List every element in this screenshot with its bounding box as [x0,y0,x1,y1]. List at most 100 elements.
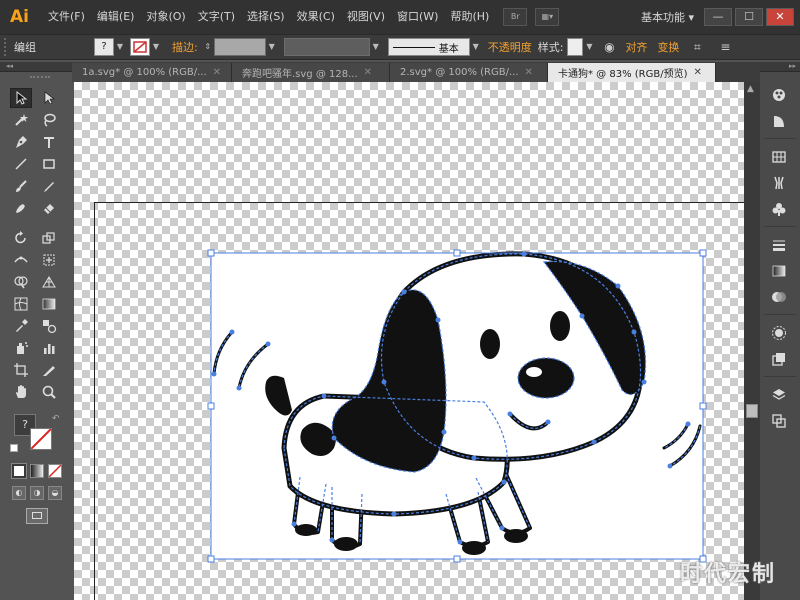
tab-running-svg[interactable]: 奔跑吧骚年.svg @ 128... ✕ [232,63,390,82]
stroke-weight-field[interactable] [213,38,266,56]
hand-tool-icon[interactable] [10,382,32,402]
rotate-tool-icon[interactable] [10,228,32,248]
graphic-style-swatch[interactable] [567,38,584,56]
brush-dropdown[interactable]: ▼ [470,38,482,56]
workspace-switcher[interactable]: 基本功能 ▾ [641,9,694,25]
fill-swatch[interactable]: ? [94,38,114,56]
graphic-styles-panel-icon[interactable] [768,350,790,368]
appearance-panel-icon[interactable] [768,324,790,342]
tab-2-svg[interactable]: 2.svg* @ 100% (RGB/... ✕ [390,63,548,82]
symbol-sprayer-tool-icon[interactable] [10,338,32,358]
minimize-button[interactable]: — [704,8,732,26]
rectangle-tool-icon[interactable] [38,154,60,174]
stroke-none-swatch[interactable] [30,428,52,450]
mesh-tool-icon[interactable] [10,294,32,314]
pencil-tool-icon[interactable] [38,176,60,196]
gradient-panel-icon[interactable] [768,262,790,280]
paintbrush-tool-icon[interactable] [10,176,32,196]
color-mode-icon[interactable] [11,463,27,479]
brush-definition[interactable]: 基本 [387,38,470,56]
eraser-tool-icon[interactable] [38,198,60,218]
default-fill-stroke-icon[interactable] [10,444,18,452]
zoom-tool-icon[interactable] [38,382,60,402]
stroke-dropdown-arrow[interactable]: ▼ [150,38,162,56]
stroke-panel-icon[interactable] [768,236,790,254]
none-mode-icon[interactable] [48,464,62,478]
arrange-documents-button[interactable]: ▦▾ [535,8,560,26]
scroll-up-arrow[interactable]: ▲ [747,84,754,94]
menu-help[interactable]: 帮助(H) [444,0,495,34]
type-tool-icon[interactable] [38,132,60,152]
stroke-weight-stepper[interactable]: ⇕ [202,38,214,56]
menu-view[interactable]: 视图(V) [341,0,391,34]
menu-file[interactable]: 文件(F) [42,0,91,34]
gradient-mode-icon[interactable] [30,464,44,478]
bridge-button[interactable]: Br [503,8,528,26]
isolate-group-icon[interactable]: ⌗ [687,38,707,56]
layers-panel-icon[interactable] [768,386,790,404]
recolor-artwork-icon[interactable]: ◉ [599,38,619,56]
color-guide-icon[interactable] [768,112,790,130]
color-panel-icon[interactable] [768,86,790,104]
stroke-weight-dropdown[interactable]: ▼ [266,38,278,56]
tab-cartoon-dog[interactable]: 卡通狗* @ 83% (RGB/预览) ✕ [548,63,716,82]
vertical-scrollbar[interactable]: ▲ [744,82,760,600]
column-graph-tool-icon[interactable] [38,338,60,358]
perspective-grid-tool-icon[interactable] [38,272,60,292]
tools-grip[interactable] [30,76,50,80]
transform-label[interactable]: 变换 [657,39,679,55]
tab-1a-svg[interactable]: 1a.svg* @ 100% (RGB/... ✕ [72,63,232,82]
eyedropper-tool-icon[interactable] [10,316,32,336]
menu-window[interactable]: 窗口(W) [391,0,444,34]
free-transform-tool-icon[interactable] [38,250,60,270]
menu-edit[interactable]: 编辑(E) [91,0,141,34]
slice-tool-icon[interactable] [38,360,60,380]
lasso-tool-icon[interactable] [38,110,60,130]
blob-brush-tool-icon[interactable] [10,198,32,218]
transparency-panel-icon[interactable] [768,288,790,306]
align-label[interactable]: 对齐 [625,39,647,55]
graphic-style-dropdown[interactable]: ▼ [583,38,595,56]
line-segment-tool-icon[interactable] [10,154,32,174]
swap-fill-stroke-icon[interactable]: ↶ [52,414,60,424]
variable-width-profile[interactable] [283,38,370,56]
direct-selection-tool-icon[interactable] [38,88,60,108]
scale-tool-icon[interactable] [38,228,60,248]
tab-close-icon[interactable]: ✕ [213,67,221,78]
tab-close-icon[interactable]: ✕ [364,67,372,78]
width-tool-icon[interactable] [10,250,32,270]
stroke-swatch[interactable] [130,38,150,56]
blend-tool-icon[interactable] [38,316,60,336]
shape-builder-tool-icon[interactable] [10,272,32,292]
close-button[interactable]: ✕ [766,8,794,26]
brushes-panel-icon[interactable] [768,174,790,192]
dock-expand-icon[interactable]: ▸▸ [760,62,800,72]
swatches-panel-icon[interactable] [768,148,790,166]
profile-dropdown[interactable]: ▼ [370,38,382,56]
draw-inside-icon[interactable]: ◒ [48,486,62,500]
tab-close-icon[interactable]: ✕ [694,67,702,78]
panel-menu-icon[interactable]: ≡ [715,38,735,56]
symbols-panel-icon[interactable] [768,200,790,218]
gradient-tool-icon[interactable] [38,294,60,314]
fill-dropdown-arrow[interactable]: ▼ [114,38,126,56]
stroke-label[interactable]: 描边: [172,39,198,55]
menu-effect[interactable]: 效果(C) [291,0,341,34]
artboard-tool-icon[interactable] [10,360,32,380]
artboards-panel-icon[interactable] [768,412,790,430]
panel-grip[interactable] [4,38,10,56]
menu-select[interactable]: 选择(S) [241,0,291,34]
magic-wand-tool-icon[interactable] [10,110,32,130]
cartoon-dog-artwork[interactable] [74,82,744,600]
screen-mode-icon[interactable] [26,508,48,524]
tab-close-icon[interactable]: ✕ [525,67,533,78]
pen-tool-icon[interactable] [10,132,32,152]
draw-normal-icon[interactable]: ◐ [12,486,26,500]
selection-tool-icon[interactable] [10,88,32,108]
document-canvas[interactable] [74,82,744,600]
draw-behind-icon[interactable]: ◑ [30,486,44,500]
menu-object[interactable]: 对象(O) [140,0,191,34]
menu-type[interactable]: 文字(T) [192,0,241,34]
maximize-button[interactable]: ☐ [735,8,763,26]
scroll-thumb[interactable] [746,404,758,418]
